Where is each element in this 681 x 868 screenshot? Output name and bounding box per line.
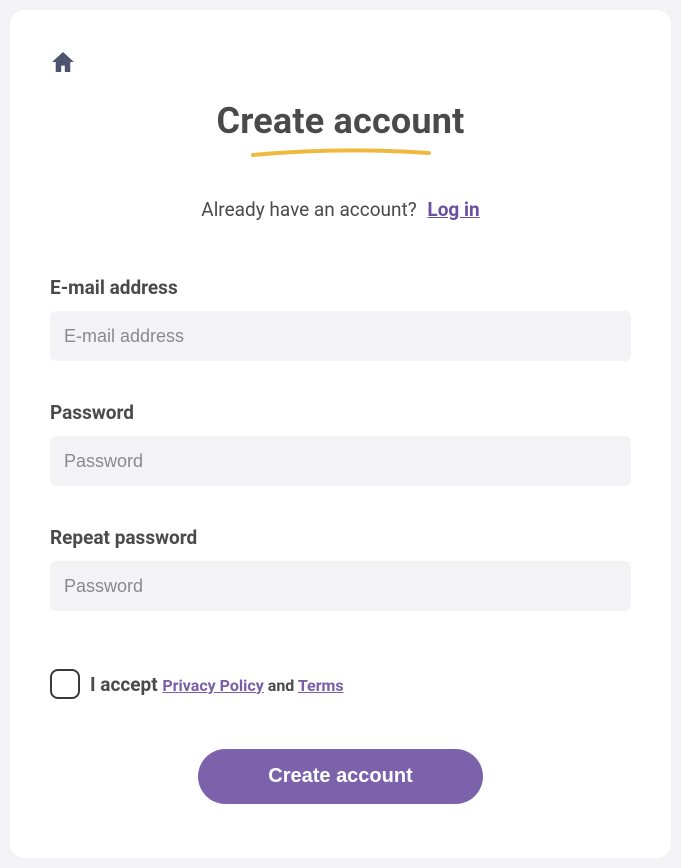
login-prompt: Already have an account? Log in: [50, 198, 631, 221]
login-prompt-text: Already have an account?: [201, 198, 416, 221]
repeat-password-group: Repeat password: [50, 526, 631, 611]
terms-link[interactable]: Terms: [298, 676, 344, 695]
repeat-password-field[interactable]: [50, 561, 631, 611]
home-icon[interactable]: [52, 52, 74, 76]
accept-prefix: I accept: [90, 673, 162, 696]
email-label: E-mail address: [50, 276, 631, 299]
accept-checkbox[interactable]: [50, 669, 80, 699]
password-group: Password: [50, 401, 631, 486]
create-account-button[interactable]: Create account: [198, 749, 483, 804]
accept-and: and: [264, 676, 298, 695]
password-label: Password: [50, 401, 631, 424]
email-field[interactable]: [50, 311, 631, 361]
accept-text-wrap: I accept Privacy Policy and Terms: [90, 673, 344, 696]
signup-card: Create account Already have an account? …: [10, 10, 671, 858]
privacy-policy-link[interactable]: Privacy Policy: [162, 676, 263, 695]
title-underline: [250, 148, 430, 158]
login-link[interactable]: Log in: [427, 198, 479, 221]
email-group: E-mail address: [50, 276, 631, 361]
signup-form: E-mail address Password Repeat password …: [50, 276, 631, 804]
title-wrap: Create account: [216, 100, 464, 158]
repeat-password-label: Repeat password: [50, 526, 631, 549]
page-title: Create account: [216, 100, 464, 142]
password-field[interactable]: [50, 436, 631, 486]
submit-row: Create account: [50, 749, 631, 804]
accept-row: I accept Privacy Policy and Terms: [50, 669, 631, 699]
